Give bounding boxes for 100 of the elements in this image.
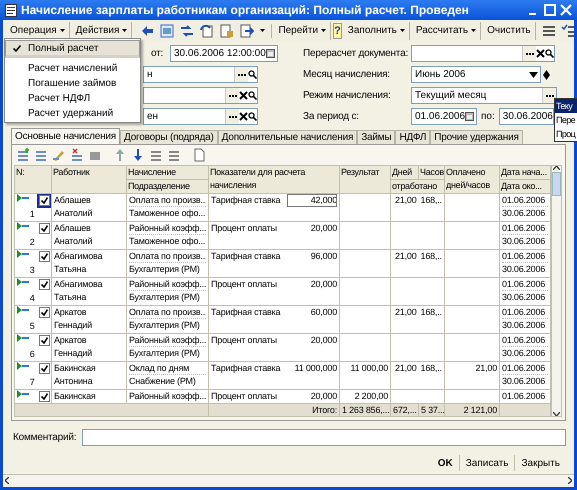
document-refresh-icon[interactable] xyxy=(200,24,214,38)
spin-down-icon[interactable] xyxy=(543,74,550,80)
table-cell-text: 30.06.2006 xyxy=(502,347,546,360)
dropdown-arrow-icon[interactable] xyxy=(529,72,538,78)
dialog-button[interactable]: OK xyxy=(432,455,459,471)
delete-row-icon[interactable] xyxy=(70,148,84,162)
select-button[interactable] xyxy=(234,67,248,82)
input-field[interactable]: 01.06.2006 xyxy=(411,108,477,125)
arrows-icon[interactable] xyxy=(180,24,194,38)
checkbox[interactable] xyxy=(38,335,50,346)
checkbox[interactable] xyxy=(38,391,50,402)
arrow-down-icon[interactable] xyxy=(131,148,145,162)
select-button[interactable] xyxy=(522,46,536,61)
column-header[interactable]: Начисление xyxy=(126,166,208,180)
toolbar-button[interactable]: Перейти xyxy=(274,22,332,40)
help-button[interactable]: ? xyxy=(333,22,342,38)
column-header[interactable]: Показатели для расчета начисления xyxy=(208,166,340,194)
select-button[interactable] xyxy=(225,88,239,103)
column-header[interactable]: Результат xyxy=(340,166,391,194)
checkbox[interactable] xyxy=(38,363,50,374)
add-row-icon[interactable] xyxy=(16,148,30,162)
caret-icon xyxy=(321,29,326,32)
total-cell: 672,... xyxy=(393,405,417,415)
checklist-icon[interactable] xyxy=(560,24,575,38)
page-icon[interactable] xyxy=(192,148,206,162)
list-item[interactable]: Пере xyxy=(555,113,577,127)
input-field[interactable]: Июнь 2006 xyxy=(411,66,541,83)
table-cell-text: Бухгалтерия (РМ) xyxy=(129,263,201,276)
menu-item[interactable]: Полный расчет xyxy=(5,40,140,58)
tab[interactable]: Дополнительные начисления xyxy=(218,130,358,144)
input-field[interactable]: ен xyxy=(143,108,258,125)
toolbar-button[interactable]: Рассчитать xyxy=(412,22,482,40)
scrollbar[interactable] xyxy=(3,474,574,485)
list-icon[interactable] xyxy=(542,24,556,38)
checkbox[interactable] xyxy=(38,279,50,290)
table-cell: 01.06.2006 xyxy=(502,222,548,235)
column-header[interactable]: отработано xyxy=(390,180,445,194)
scroll-left-icon[interactable] xyxy=(5,476,9,484)
search-icon[interactable] xyxy=(248,112,257,121)
input-field[interactable]: 30.06.2006 12:00:00 xyxy=(170,45,278,62)
scroll-up-icon[interactable] xyxy=(553,166,560,170)
column-header[interactable]: N: xyxy=(14,166,52,194)
checkbox[interactable] xyxy=(38,223,50,234)
close-icon[interactable] xyxy=(560,4,572,16)
scroll-right-icon[interactable] xyxy=(568,476,572,484)
column-header[interactable]: Дней xyxy=(390,166,419,180)
clear-icon[interactable] xyxy=(239,91,248,100)
menu-item[interactable]: Погашение займов xyxy=(5,76,140,91)
tab[interactable]: Договоры (подряда) xyxy=(120,130,218,144)
checkbox[interactable] xyxy=(38,195,50,206)
caret-icon xyxy=(60,29,65,32)
toolbar-button[interactable]: Заполнить xyxy=(344,22,410,40)
clear-icon[interactable] xyxy=(536,49,545,58)
arrow-left-icon[interactable] xyxy=(140,24,154,38)
calendar-icon[interactable] xyxy=(266,49,275,58)
menu-item[interactable]: Расчет удержаний xyxy=(5,106,140,121)
search-icon[interactable] xyxy=(545,49,554,58)
input-field[interactable]: 30.06.2006 xyxy=(498,108,554,125)
select-button[interactable] xyxy=(225,109,239,124)
column-header[interactable]: Работник xyxy=(52,166,126,194)
clear-icon[interactable] xyxy=(239,112,248,121)
select-button[interactable] xyxy=(542,88,556,103)
menu-item[interactable]: Расчет начислений xyxy=(5,61,140,76)
toolbar-button[interactable]: Очистить xyxy=(483,22,536,40)
checkbox[interactable] xyxy=(38,251,50,262)
tab[interactable]: НДФЛ xyxy=(395,130,430,144)
input-field[interactable] xyxy=(143,87,258,104)
input-field[interactable] xyxy=(411,45,555,62)
add-list-icon[interactable] xyxy=(34,148,48,162)
tab[interactable]: Основные начисления xyxy=(11,128,120,144)
spin-up-icon[interactable] xyxy=(543,70,550,74)
scroll-down-icon[interactable] xyxy=(553,412,560,416)
comment-field[interactable] xyxy=(82,429,566,446)
list-item[interactable]: Проц xyxy=(555,127,577,141)
dialog-button[interactable]: Закрыть xyxy=(514,455,566,471)
menu-item[interactable]: Расчет НДФЛ xyxy=(5,91,140,106)
document-arrow-icon[interactable] xyxy=(240,24,254,38)
calendar-icon[interactable] xyxy=(465,112,474,121)
checkbox[interactable] xyxy=(38,307,50,318)
tab[interactable]: Займы xyxy=(357,130,396,144)
tab[interactable]: Прочие удержания xyxy=(430,130,523,144)
dialog-button[interactable]: Записать xyxy=(458,455,514,471)
scroll-thumb[interactable] xyxy=(552,172,562,196)
maximize-icon[interactable] xyxy=(544,4,556,16)
column-header[interactable]: Часов xyxy=(418,166,445,180)
column-header[interactable]: Дата око... xyxy=(500,180,551,194)
search-icon[interactable] xyxy=(248,70,257,79)
document-lock-icon[interactable] xyxy=(220,24,234,38)
search-icon[interactable] xyxy=(248,91,257,100)
input-field[interactable]: Текущий месяц xyxy=(411,87,557,104)
scrollbar[interactable] xyxy=(551,165,562,417)
list-item[interactable]: Теку xyxy=(555,99,577,113)
window-icon[interactable] xyxy=(160,24,174,38)
column-header[interactable]: Подразделение xyxy=(126,180,208,194)
column-header[interactable]: Дата нача... xyxy=(500,166,551,180)
check-icon xyxy=(40,337,48,344)
row-arrow-icon xyxy=(17,306,29,314)
input-field[interactable]: н xyxy=(143,66,258,83)
pencil-icon[interactable] xyxy=(52,148,66,162)
column-header[interactable]: Оплачено дней/часов xyxy=(444,166,500,194)
